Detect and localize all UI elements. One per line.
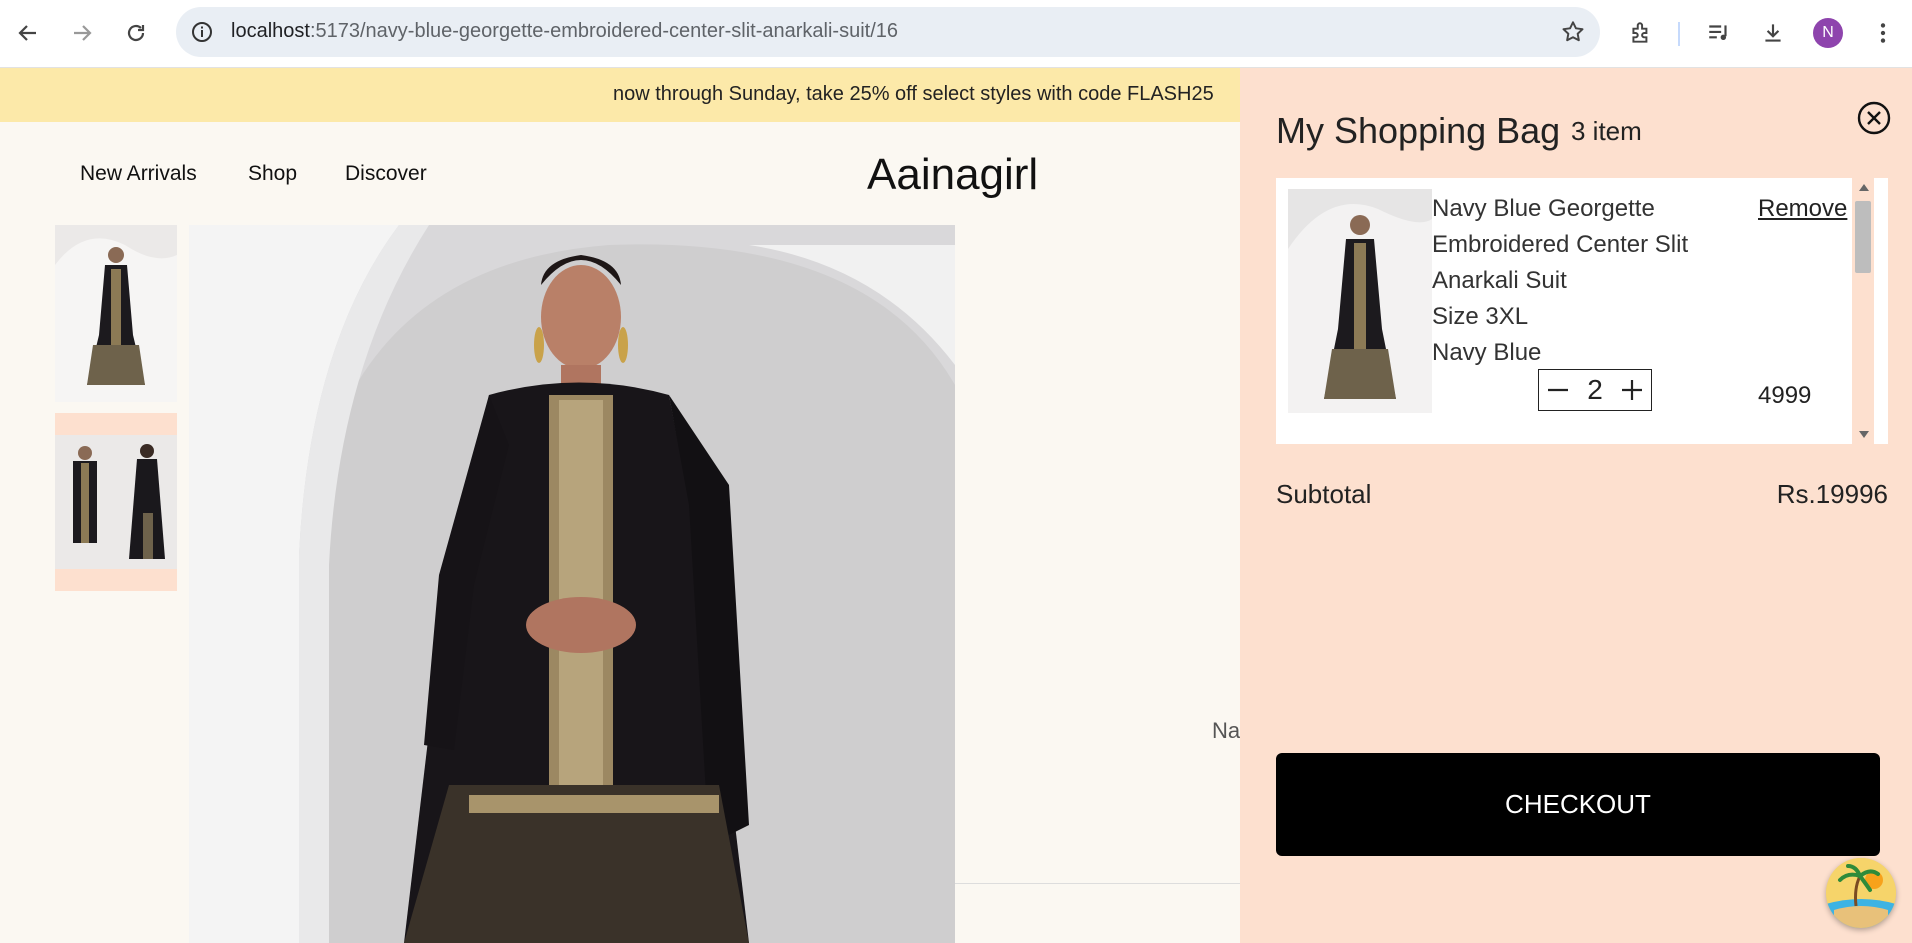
promo-text: now through Sunday, take 25% off select … [613, 83, 1214, 105]
plus-icon [1621, 380, 1642, 400]
bookmark-star-icon[interactable] [1560, 19, 1586, 45]
forward-icon[interactable] [62, 14, 102, 52]
remove-item-link[interactable]: Remove [1758, 195, 1847, 223]
kebab-menu-icon[interactable] [1866, 16, 1900, 50]
toolbar-separator [1678, 22, 1680, 46]
nav-discover[interactable]: Discover [345, 162, 427, 186]
media-control-icon[interactable] [1702, 16, 1736, 50]
increase-quantity-button[interactable] [1619, 377, 1645, 403]
cart-item-size: Size 3XL [1432, 303, 1529, 330]
url-host: localhost [231, 20, 310, 42]
divider [955, 883, 1245, 884]
minus-icon [1548, 388, 1568, 392]
site-info-icon[interactable] [190, 20, 214, 44]
address-bar[interactable]: localhost:5173/navy-blue-georgette-embro… [176, 7, 1600, 57]
close-icon[interactable] [1856, 100, 1892, 136]
cart-item-count: 3 item [1571, 116, 1642, 146]
scroll-down-arrow-icon[interactable] [1859, 431, 1869, 438]
checkout-button[interactable]: CHECKOUT [1276, 753, 1880, 856]
quantity-value: 2 [1587, 374, 1603, 405]
url-text[interactable]: localhost:5173/navy-blue-georgette-embro… [231, 20, 898, 43]
subtotal-label: Subtotal [1276, 479, 1372, 509]
cart-item-image[interactable] [1288, 189, 1432, 413]
nav-new-arrivals[interactable]: New Arrivals [80, 162, 197, 186]
product-thumbnail-selected[interactable] [55, 413, 177, 591]
extensions-icon[interactable] [1624, 16, 1658, 50]
beach-chat-widget-icon[interactable] [1826, 858, 1896, 928]
cart-item-list: Navy Blue Georgette Embroidered Center S… [1276, 178, 1888, 444]
cart-scrollbar[interactable] [1852, 178, 1874, 444]
cart-item-name-line-2: Embroidered Center Slit [1432, 231, 1689, 258]
reload-icon[interactable] [116, 14, 156, 52]
cart-title: My Shopping Bag [1276, 110, 1561, 151]
cart-drawer: My Shopping Bag 3 item Navy Blue Georget… [1240, 68, 1912, 943]
cart-item-name-line-3: Anarkali Suit [1432, 267, 1567, 294]
browser-toolbar: localhost:5173/navy-blue-georgette-embro… [0, 0, 1912, 68]
cart-item-name-line-1: Navy Blue Georgette [1432, 195, 1655, 222]
product-main-image [189, 225, 955, 943]
scroll-up-arrow-icon[interactable] [1859, 184, 1869, 191]
url-path: :5173/navy-blue-georgette-embroidered-ce… [309, 20, 899, 42]
cart-item-price: 4999 [1758, 382, 1812, 409]
nav-shop[interactable]: Shop [248, 162, 297, 186]
scrollbar-thumb[interactable] [1855, 201, 1871, 273]
subtotal-value: Rs.19996 [1776, 479, 1888, 509]
site-logo[interactable]: Aainagirl [867, 150, 1038, 200]
back-icon[interactable] [8, 14, 48, 52]
download-icon[interactable] [1756, 16, 1790, 50]
product-thumbnail[interactable] [55, 225, 177, 402]
decrease-quantity-button[interactable] [1545, 377, 1571, 403]
quantity-stepper: 2 [1538, 369, 1652, 411]
profile-avatar[interactable]: N [1813, 18, 1843, 48]
cart-item-color: Navy Blue [1432, 339, 1542, 366]
product-subtitle: Na [1212, 718, 1241, 743]
